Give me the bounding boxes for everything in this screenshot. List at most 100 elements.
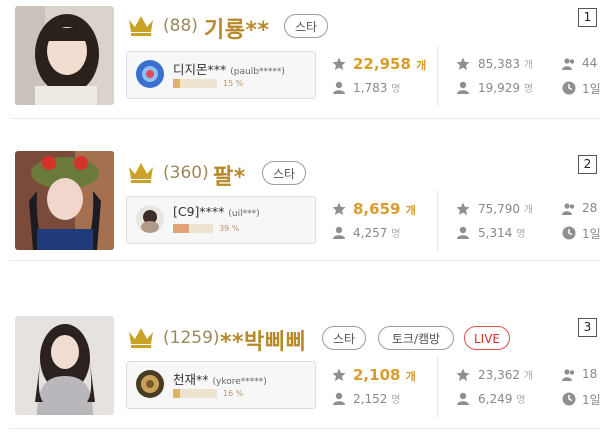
total-fans-value: 5,314 bbox=[478, 226, 513, 240]
crown-icon bbox=[129, 163, 153, 183]
total-stars-value: 75,790 bbox=[478, 202, 520, 216]
total-fans: 5,314 명 bbox=[478, 225, 525, 240]
group-count: 18 bbox=[582, 367, 598, 381]
broadcast-count: (1259) bbox=[163, 328, 220, 348]
streamer-avatar bbox=[136, 205, 164, 233]
total-fans-unit: 명 bbox=[523, 84, 534, 95]
star-icon bbox=[456, 202, 470, 215]
stars-value: 8,659 bbox=[353, 200, 401, 218]
broadcast-time: 1일 bbox=[582, 82, 601, 96]
fans-unit: 명 bbox=[391, 84, 401, 95]
total-stars-unit: 개 bbox=[523, 60, 534, 71]
streamer-avatar bbox=[136, 60, 164, 88]
rank-number: 2 bbox=[578, 155, 597, 174]
column-divider bbox=[437, 357, 438, 417]
star-icon bbox=[332, 57, 346, 70]
top-streamer-box[interactable]: 천재** (ykore*****) 16 % bbox=[126, 361, 316, 409]
fans-count: 1,783 명 bbox=[353, 80, 400, 95]
person-icon bbox=[457, 81, 469, 94]
rank-number: 3 bbox=[578, 318, 597, 337]
total-fans-value: 6,249 bbox=[478, 392, 513, 406]
total-fans-unit: 명 bbox=[516, 395, 526, 406]
column-divider bbox=[437, 46, 438, 106]
stars-received: 22,958 개 bbox=[353, 55, 426, 73]
person-icon bbox=[457, 392, 469, 405]
share-percent: 16 % bbox=[223, 389, 244, 398]
streamer-id: (ykore*****) bbox=[212, 377, 267, 387]
star-icon bbox=[456, 368, 470, 381]
crown-icon bbox=[129, 16, 153, 36]
tag-star[interactable]: 스타 bbox=[284, 14, 328, 38]
group-count: 44 bbox=[582, 56, 598, 70]
person-icon bbox=[333, 226, 345, 239]
share-percent: 15 % bbox=[223, 79, 244, 88]
total-stars: 85,383 개 bbox=[478, 56, 533, 71]
broadcast-count: (360) bbox=[163, 163, 209, 183]
total-stars-unit: 개 bbox=[523, 371, 534, 382]
streamer-label: [C9]**** (uil***) bbox=[173, 204, 260, 219]
total-stars-value: 23,362 bbox=[478, 368, 520, 382]
stars-value: 2,108 bbox=[353, 366, 401, 384]
star-icon bbox=[456, 57, 470, 70]
broadcast-time: 1일 bbox=[582, 393, 601, 407]
stars-unit: 개 bbox=[405, 204, 416, 217]
tag-star[interactable]: 스타 bbox=[322, 326, 366, 350]
top-streamer-box[interactable]: [C9]**** (uil***) 39 % bbox=[126, 196, 316, 244]
person-icon bbox=[333, 81, 345, 94]
ranking-card: (360) 팔* 스타 2 [C9]**** (uil***) 39 % 8,6… bbox=[0, 145, 613, 275]
fans-unit: 명 bbox=[391, 395, 401, 406]
total-fans: 6,249 명 bbox=[478, 391, 525, 406]
fans-unit: 명 bbox=[391, 229, 401, 240]
ranking-card: (1259) **박삐삐 스타 토크/캠방 LIVE 3 천재** (ykore… bbox=[0, 305, 613, 435]
rank-number: 1 bbox=[578, 8, 597, 27]
share-bar bbox=[173, 389, 217, 398]
streamer-id: (paulb*****) bbox=[230, 67, 285, 77]
total-stars: 75,790 개 bbox=[478, 201, 533, 216]
share-bar-fill bbox=[173, 79, 180, 88]
bj-name[interactable]: 팔* bbox=[213, 159, 246, 191]
stars-unit: 개 bbox=[405, 370, 416, 383]
star-icon bbox=[332, 368, 346, 381]
profile-photo[interactable] bbox=[15, 6, 114, 105]
streamer-name: 천재** bbox=[173, 372, 209, 387]
total-fans-unit: 명 bbox=[516, 229, 526, 240]
share-bar bbox=[173, 224, 213, 233]
row-divider bbox=[10, 118, 600, 119]
bj-name[interactable]: **박삐삐 bbox=[220, 324, 306, 356]
total-stars-value: 85,383 bbox=[478, 57, 520, 71]
streamer-name: [C9]**** bbox=[173, 204, 225, 219]
tag-star[interactable]: 스타 bbox=[262, 161, 306, 185]
streamer-name: 디지몬*** bbox=[173, 62, 227, 77]
share-percent: 39 % bbox=[219, 224, 240, 233]
tag-talk-cam[interactable]: 토크/캠방 bbox=[378, 326, 454, 350]
row-divider bbox=[10, 428, 600, 429]
streamer-id: (uil***) bbox=[228, 209, 260, 219]
group-count: 28 bbox=[582, 201, 598, 215]
total-stars: 23,362 개 bbox=[478, 367, 533, 382]
bj-name[interactable]: 기룡** bbox=[204, 12, 270, 44]
broadcast-time: 1일 bbox=[582, 227, 601, 241]
clock-icon bbox=[562, 81, 576, 95]
total-fans-value: 19,929 bbox=[478, 81, 520, 95]
ranking-card: (88) 기룡** 스타 1 디지몬*** (paulb*****) 15 % … bbox=[0, 0, 613, 130]
total-stars-unit: 개 bbox=[523, 205, 534, 216]
star-icon bbox=[332, 202, 346, 215]
group-icon bbox=[562, 369, 575, 381]
stars-received: 2,108 개 bbox=[353, 366, 416, 384]
fans-count: 4,257 명 bbox=[353, 225, 400, 240]
profile-photo[interactable] bbox=[15, 151, 114, 250]
fans-value: 1,783 bbox=[353, 81, 388, 95]
live-badge[interactable]: LIVE bbox=[464, 326, 510, 350]
column-divider bbox=[437, 191, 438, 251]
stars-received: 8,659 개 bbox=[353, 200, 416, 218]
group-icon bbox=[562, 58, 575, 70]
stars-value: 22,958 bbox=[353, 55, 411, 73]
top-streamer-box[interactable]: 디지몬*** (paulb*****) 15 % bbox=[126, 51, 316, 99]
broadcast-count: (88) bbox=[163, 16, 198, 36]
total-fans: 19,929 명 bbox=[478, 80, 533, 95]
person-icon bbox=[457, 226, 469, 239]
clock-icon bbox=[562, 226, 576, 240]
profile-photo[interactable] bbox=[15, 316, 114, 415]
row-divider bbox=[10, 260, 600, 261]
person-icon bbox=[333, 392, 345, 405]
